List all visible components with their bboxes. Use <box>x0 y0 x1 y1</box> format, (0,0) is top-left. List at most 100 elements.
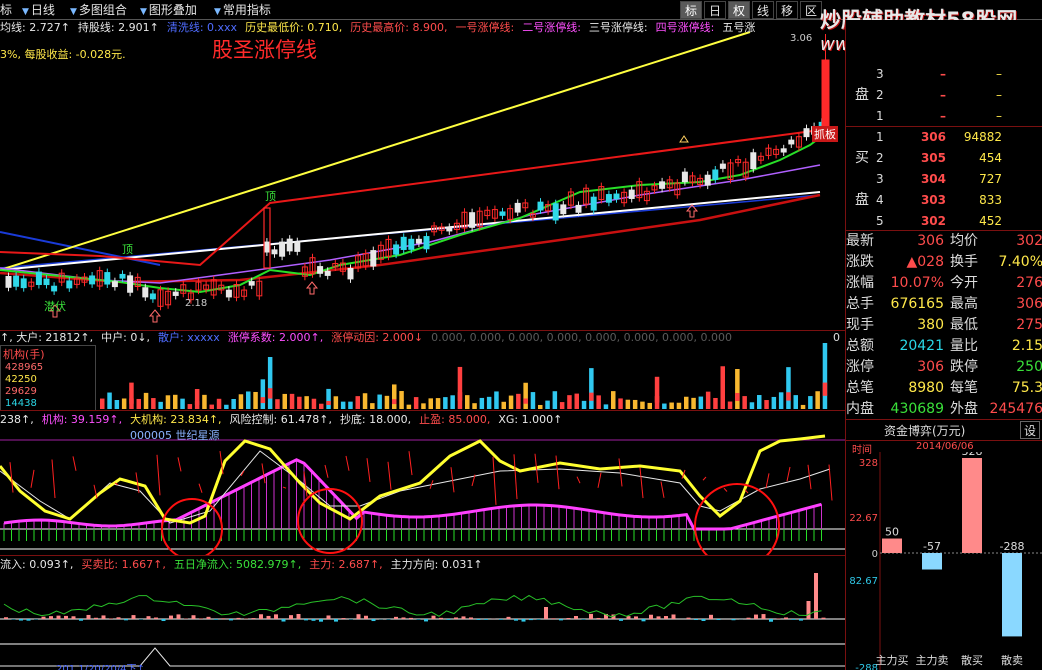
flow-bar <box>454 617 458 619</box>
quote-panel: 3 – – 盘 2 – – 1 – – 1 306 94882 买 2 305 45… <box>845 20 1042 670</box>
fund-flow-category-label: 主力买 <box>876 654 909 667</box>
money-flow-panel[interactable]: 流入: 0.093↑, 买卖比: 1.667↑, 五日净流入: 5082.979↑,… <box>0 555 845 670</box>
orderbook-row[interactable]: 盘 4 303 833 <box>846 190 1042 211</box>
indicator-title-overlay: 股圣涨停线 <box>212 38 317 62</box>
stat-row: 涨跌 ▲028 换手 7.40% <box>846 252 1042 273</box>
toggle-move-button[interactable]: 移 <box>776 1 798 19</box>
low-price-label: 2.18 <box>185 298 208 309</box>
flow-bar <box>124 619 128 621</box>
up-arrow-icon <box>148 309 162 323</box>
flow-bar <box>664 616 668 619</box>
volume-bar <box>443 397 448 409</box>
candle <box>446 226 453 232</box>
orderbook-level: 2 <box>876 88 884 102</box>
flow-bar <box>26 619 31 621</box>
volume-bar <box>552 391 558 409</box>
volume-bar <box>238 394 244 409</box>
money-flow-chart[interactable] <box>0 556 845 670</box>
candle <box>681 171 688 183</box>
period-dropdown[interactable]: ▼ 日线 <box>22 2 55 18</box>
toggle-day-button[interactable]: 日 <box>704 1 726 19</box>
overlay-dropdown[interactable]: ▼ 图形叠加 <box>140 2 197 18</box>
institution-box-title: 机构(手) <box>3 348 45 361</box>
flow-bar <box>304 619 308 621</box>
candle <box>803 128 810 138</box>
orderbook-row[interactable]: 1 306 94882 <box>846 127 1042 148</box>
highlight-circle <box>297 488 363 554</box>
orderbook-row[interactable]: 1 – – <box>846 106 1042 127</box>
orderbook-row[interactable]: 3 – – <box>846 64 1042 85</box>
volume-panel[interactable]: ↑, 大户: 21812↑, 中户: 0↓, 散户: xxxxx 涨停系数: 2.00… <box>0 330 845 411</box>
fund-flow-bar <box>962 458 982 553</box>
main-indicator-value: 三号涨停线: <box>588 21 648 34</box>
multi-chart-dropdown[interactable]: ▼ 多图组合 <box>70 2 127 18</box>
signal-mark <box>324 464 329 478</box>
orderbook-row[interactable]: 买 2 305 454 <box>846 148 1042 169</box>
signal-mark <box>492 456 497 505</box>
settings-button[interactable]: 设 <box>1020 421 1040 439</box>
candle <box>317 266 324 274</box>
stat-label: 总手 <box>846 296 874 312</box>
volume-bar <box>720 366 725 409</box>
candle <box>20 278 27 289</box>
signal-mark <box>261 463 266 484</box>
orderbook-row[interactable]: 5 302 452 <box>846 211 1042 232</box>
volume-bar <box>100 398 105 409</box>
indicator-dropdown[interactable]: ▼ 常用指标 <box>214 2 271 18</box>
orderbook-price: 304 <box>920 172 946 186</box>
volume-bar <box>202 394 207 409</box>
flow-bar <box>694 619 698 621</box>
flow-bar <box>784 617 788 619</box>
orderbook-level: 3 <box>876 67 884 81</box>
candle <box>780 148 787 153</box>
volume-bar <box>326 388 331 409</box>
volume-bar <box>735 369 740 409</box>
signal-mark <box>765 473 770 489</box>
indicator-panel[interactable]: 238↑, 机构: 39.159↑, 大机构: 23.834↑, 风险控制: 61.4… <box>0 410 845 556</box>
stat-row: 最新 306 均价 302 <box>846 231 1042 252</box>
volume-bar <box>173 394 178 409</box>
signal-mark <box>513 454 518 500</box>
flow-bar <box>41 616 46 619</box>
flow-bar <box>619 619 623 621</box>
fund-flow-bar <box>882 538 902 553</box>
kline-chart[interactable] <box>0 20 845 330</box>
stat-label: 每笔 <box>950 380 978 396</box>
flow-bar <box>529 619 533 621</box>
toolbar-item-label[interactable]: 标 <box>0 2 12 18</box>
volume-bar <box>194 388 200 409</box>
flow-bar <box>536 619 541 620</box>
volume-bar <box>727 401 733 409</box>
fund-flow-chart: 32822.67082.67-28850主力买-57主力卖328散买-288散卖 <box>849 452 1042 670</box>
candle <box>172 291 179 296</box>
indicator-chart[interactable] <box>0 411 845 556</box>
orderbook-row[interactable]: 3 304 727 <box>846 169 1042 190</box>
flow-bar <box>109 618 113 619</box>
signal-mark <box>786 466 791 482</box>
candle <box>347 267 354 280</box>
volume-bar <box>800 404 806 409</box>
volume-bar <box>742 396 747 409</box>
catch-board-label: 抓板 <box>812 126 838 142</box>
signal-mark <box>618 458 623 487</box>
flow-bar <box>371 619 376 622</box>
flow-bar <box>176 614 181 619</box>
flow-bar <box>326 615 331 619</box>
toggle-mark-button[interactable]: 标 <box>680 1 702 19</box>
volume-bar <box>282 393 287 409</box>
orderbook-row[interactable]: 盘 2 – – <box>846 85 1042 106</box>
ambush-label: 潜伏 <box>44 300 66 313</box>
kline-panel[interactable]: 均线: 2.727↑ 持股线: 2.901↑ 清洗线: 0.xxx 历史最低价: 0.… <box>0 20 845 330</box>
volume-bar <box>815 391 820 409</box>
toggle-region-button[interactable]: 区 <box>800 1 822 19</box>
volume-bar <box>165 395 171 409</box>
candle <box>263 241 270 253</box>
candle <box>415 238 422 244</box>
toggle-rights-button[interactable]: 权 <box>728 1 750 19</box>
volume-bar <box>603 404 609 409</box>
toggle-line-button[interactable]: 线 <box>752 1 774 19</box>
flow-bar <box>806 601 811 619</box>
flow-bar <box>634 616 638 619</box>
flow-bar <box>686 617 691 619</box>
dropdown-arrow-icon: ▼ <box>214 7 221 17</box>
